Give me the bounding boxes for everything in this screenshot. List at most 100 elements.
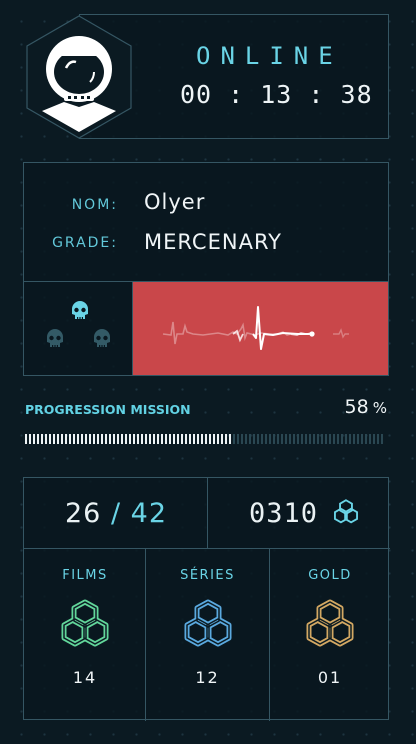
- name-label: NOM:: [71, 197, 118, 213]
- progress-segment-filled: [169, 434, 171, 444]
- progress-value: 58%: [344, 396, 387, 418]
- progress-segment-filled: [89, 434, 91, 444]
- progress-segment-empty: [337, 434, 339, 444]
- progress-segment-filled: [41, 434, 43, 444]
- online-status: ONLINE: [196, 42, 343, 70]
- progress-segment-filled: [113, 434, 115, 444]
- category-gold[interactable]: GOLD 01: [270, 548, 390, 687]
- progress-segment-empty: [233, 434, 235, 444]
- hex-knot-icon: [334, 499, 358, 524]
- progress-segment-empty: [289, 434, 291, 444]
- progress-bar: [25, 434, 383, 444]
- progress-segment-empty: [317, 434, 319, 444]
- progress-segment-filled: [229, 434, 231, 444]
- progress-segment-filled: [181, 434, 183, 444]
- progress-segment-filled: [101, 434, 103, 444]
- progress-segment-filled: [85, 434, 87, 444]
- category-title: FILMS: [62, 568, 108, 583]
- progress-segment-empty: [341, 434, 343, 444]
- progress-segment-filled: [109, 434, 111, 444]
- progress-segment-filled: [177, 434, 179, 444]
- identity-panel: NOM: Olyer GRADE: MERCENARY: [23, 162, 389, 281]
- progress-segment-filled: [25, 434, 27, 444]
- category-series[interactable]: SÉRIES 12: [146, 548, 269, 687]
- progress-segment-filled: [153, 434, 155, 444]
- films-knot-icon: [61, 599, 109, 647]
- progress-segment-filled: [157, 434, 159, 444]
- progress-segment-filled: [53, 434, 55, 444]
- progress-segment-filled: [69, 434, 71, 444]
- category-title: SÉRIES: [180, 568, 235, 583]
- progress-segment-empty: [273, 434, 275, 444]
- progress-segment-empty: [321, 434, 323, 444]
- progress-segment-filled: [93, 434, 95, 444]
- name-value: Olyer: [144, 190, 206, 214]
- progress-segment-filled: [65, 434, 67, 444]
- progress-segment-empty: [297, 434, 299, 444]
- progress-segment-empty: [313, 434, 315, 444]
- progress-segment-filled: [213, 434, 215, 444]
- astronaut-helmet-icon: [26, 15, 132, 139]
- category-title: GOLD: [308, 568, 352, 583]
- lives-panel: [23, 281, 133, 376]
- progress-segment-empty: [265, 434, 267, 444]
- progress-segment-filled: [205, 434, 207, 444]
- progress-segment-filled: [77, 434, 79, 444]
- progress-segment-filled: [137, 434, 139, 444]
- category-value: 12: [195, 668, 220, 687]
- progress-segment-empty: [349, 434, 351, 444]
- progress-segment-filled: [57, 434, 59, 444]
- progress-label: PROGRESSION MISSION: [25, 402, 191, 417]
- progress-segment-empty: [281, 434, 283, 444]
- progress-segment-filled: [209, 434, 211, 444]
- category-value: 01: [317, 668, 343, 687]
- progress-segment-filled: [185, 434, 187, 444]
- grade-value: MERCENARY: [144, 230, 283, 254]
- progress-segment-empty: [237, 434, 239, 444]
- progress-segment-empty: [257, 434, 259, 444]
- progress-segment-filled: [197, 434, 199, 444]
- progress-segment-empty: [353, 434, 355, 444]
- progress-segment-empty: [285, 434, 287, 444]
- series-knot-icon: [184, 599, 231, 647]
- progress-segment-filled: [193, 434, 195, 444]
- progress-segment-filled: [97, 434, 99, 444]
- progress-segment-filled: [161, 434, 163, 444]
- progress-segment-filled: [173, 434, 175, 444]
- progress-segment-empty: [293, 434, 295, 444]
- progress-segment-filled: [33, 434, 35, 444]
- progress-segment-empty: [381, 434, 383, 444]
- progress-segment-filled: [141, 434, 143, 444]
- progress-segment-filled: [121, 434, 123, 444]
- progress-segment-empty: [345, 434, 347, 444]
- credits-value: 0310: [249, 498, 319, 529]
- progress-segment-filled: [165, 434, 167, 444]
- progress-segment-filled: [45, 434, 47, 444]
- progress-segment-empty: [277, 434, 279, 444]
- progress-segment-filled: [105, 434, 107, 444]
- progress-segment-empty: [325, 434, 327, 444]
- progress-segment-filled: [37, 434, 39, 444]
- progress-segment-filled: [217, 434, 219, 444]
- stats-panel: 26 / 42 0310 FILMS 14 SÉRIES 12 GOLD 01: [23, 477, 390, 721]
- progress-segment-filled: [189, 434, 191, 444]
- gold-knot-icon: [306, 599, 354, 647]
- progress-segment-empty: [249, 434, 251, 444]
- category-films[interactable]: FILMS 14: [24, 548, 146, 687]
- progress-segment-empty: [261, 434, 263, 444]
- progress-segment-empty: [357, 434, 359, 444]
- skull-icon: [47, 329, 63, 347]
- progress-segment-empty: [253, 434, 255, 444]
- progress-segment-filled: [49, 434, 51, 444]
- skull-icon: [72, 301, 88, 319]
- progress-segment-filled: [61, 434, 63, 444]
- progress-segment-empty: [361, 434, 363, 444]
- progress-segment-filled: [133, 434, 135, 444]
- progress-segment-empty: [269, 434, 271, 444]
- progress-segment-filled: [201, 434, 203, 444]
- progress-segment-filled: [81, 434, 83, 444]
- progress-segment-empty: [365, 434, 367, 444]
- progress-segment-empty: [329, 434, 331, 444]
- progress-segment-filled: [73, 434, 75, 444]
- progress-segment-filled: [129, 434, 131, 444]
